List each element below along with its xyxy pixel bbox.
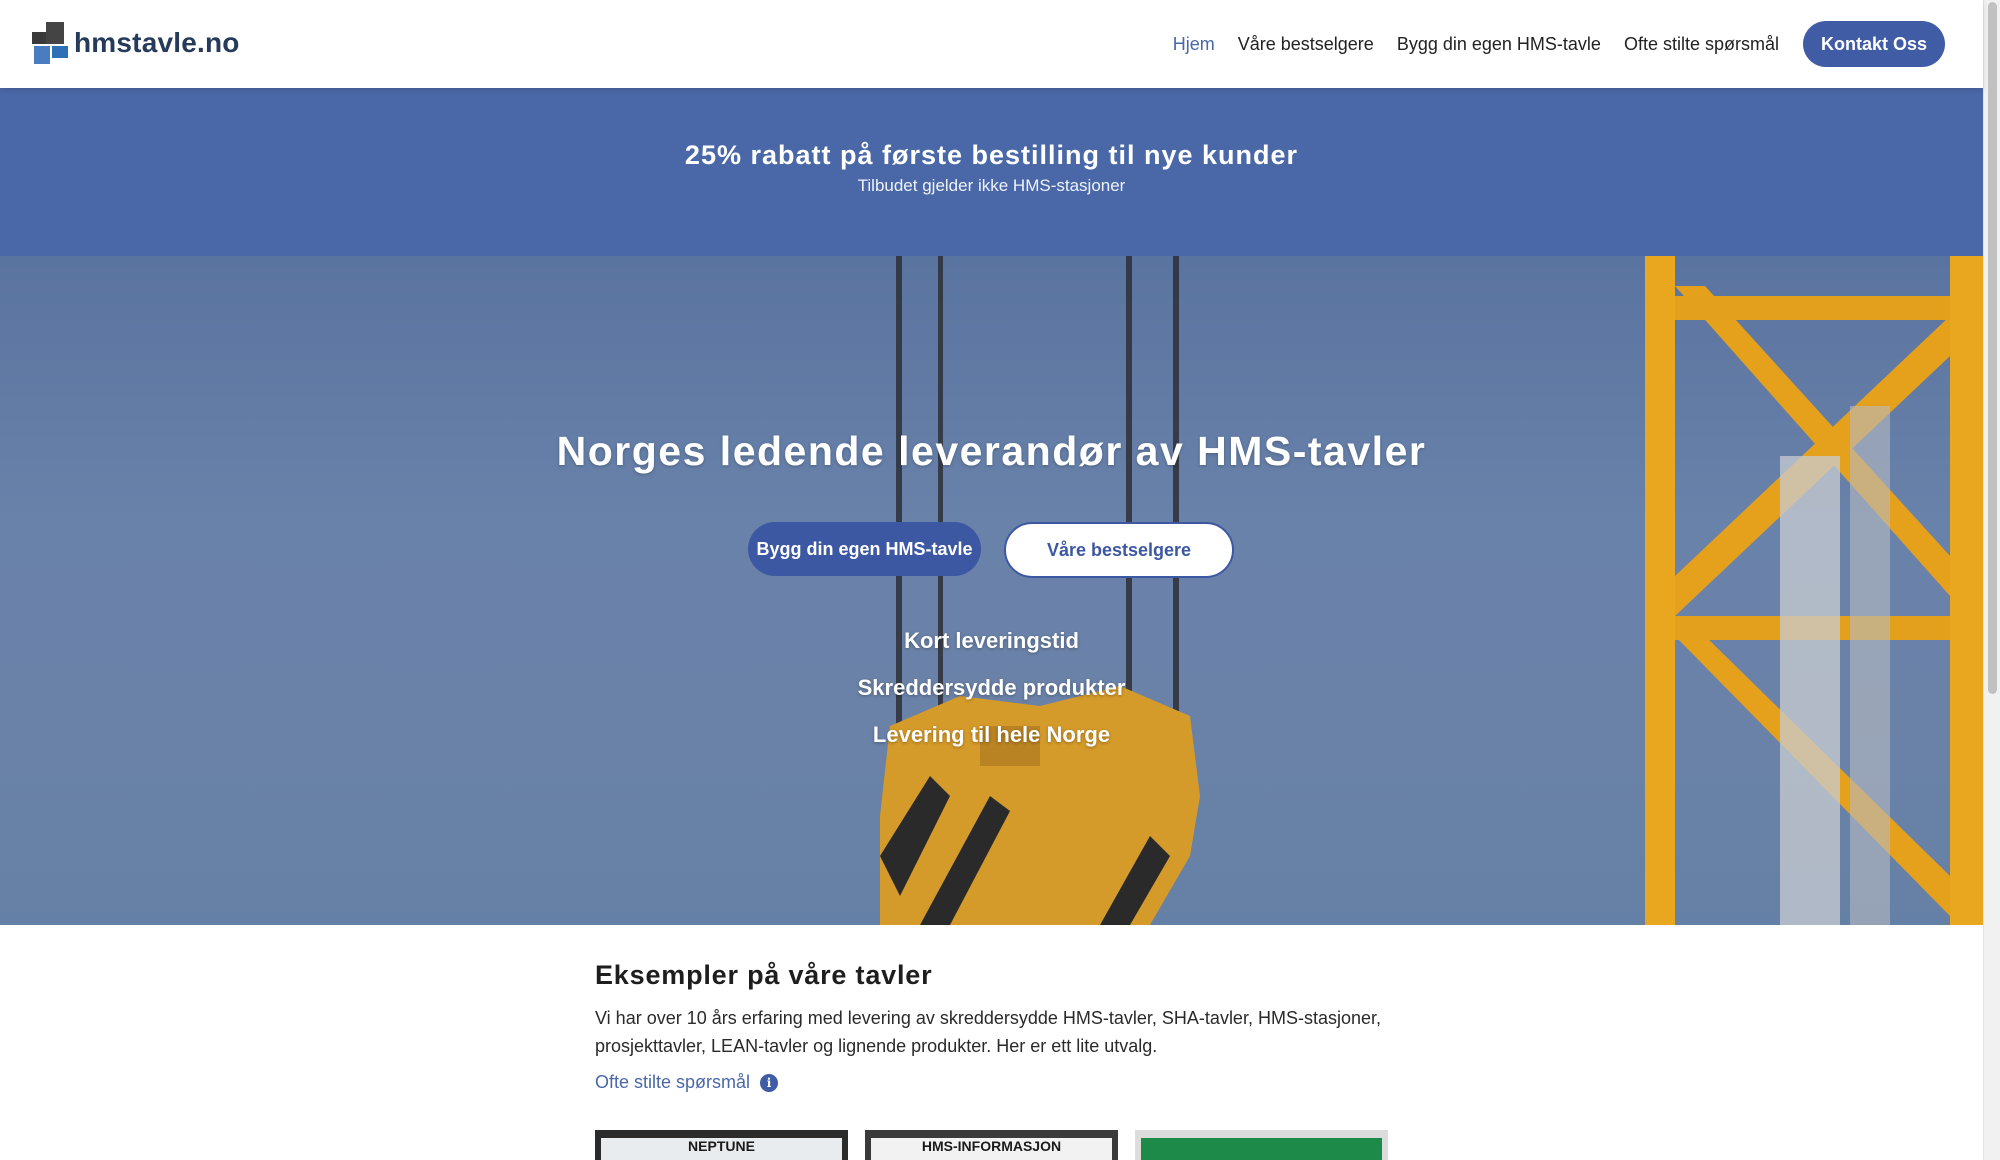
- promo-subtitle: Tilbudet gjelder ikke HMS-stasjoner: [857, 176, 1126, 195]
- main-nav: Hjem Våre bestselgere Bygg din egen HMS-…: [1173, 21, 1945, 67]
- hero-title: Norges ledende leverandør av HMS-tavler: [556, 428, 1427, 474]
- feature-delivery-time: Kort leveringstid: [904, 628, 1079, 653]
- contact-button[interactable]: Kontakt Oss: [1802, 21, 1945, 67]
- hero-section: Norges ledende leverandør av HMS-tavler …: [0, 256, 1983, 925]
- bestsellers-button[interactable]: Våre bestselgere: [1004, 522, 1234, 578]
- faq-link[interactable]: Ofte stilte spørsmål i: [595, 1072, 1395, 1093]
- example-thumbnail[interactable]: [1135, 1130, 1388, 1160]
- nav-link-faq[interactable]: Ofte stilte spørsmål: [1624, 34, 1779, 55]
- examples-description: Vi har over 10 års erfaring med levering…: [595, 1008, 1381, 1056]
- examples-title: Eksempler på våre tavler: [595, 960, 933, 990]
- hero-content: Norges ledende leverandør av HMS-tavler …: [0, 256, 1983, 925]
- feature-nationwide-delivery: Levering til hele Norge: [872, 722, 1111, 747]
- example-thumbnail[interactable]: NEPTUNE: [595, 1130, 848, 1160]
- scrollbar-thumb[interactable]: [1988, 2, 1997, 694]
- nav-link-hjem[interactable]: Hjem: [1173, 34, 1215, 55]
- promo-banner: 25% rabatt på første bestilling til nye …: [0, 88, 1983, 256]
- promo-title: 25% rabatt på første bestilling til nye …: [684, 140, 1299, 170]
- page-scrollbar[interactable]: [1983, 0, 2000, 1160]
- thumbnail-label: NEPTUNE: [688, 1138, 755, 1154]
- info-circle-icon: i: [760, 1073, 779, 1092]
- site-header: hmstavle.no Hjem Våre bestselgere Bygg d…: [0, 0, 1983, 88]
- example-thumbnail[interactable]: HMS-INFORMASJON: [865, 1130, 1118, 1160]
- examples-gallery: NEPTUNE HMS-INFORMASJON: [595, 1130, 1405, 1160]
- thumbnail-label: HMS-INFORMASJON: [921, 1138, 1062, 1154]
- nav-link-bestselgere[interactable]: Våre bestselgere: [1238, 34, 1374, 55]
- feature-custom-products: Skreddersydde produkter: [857, 675, 1126, 700]
- faq-link-label: Ofte stilte spørsmål: [595, 1072, 751, 1092]
- build-board-button[interactable]: Bygg din egen HMS-tavle: [748, 522, 981, 576]
- nav-link-bygg-tavle[interactable]: Bygg din egen HMS-tavle: [1397, 34, 1601, 55]
- site-logo[interactable]: hmstavle.no: [28, 20, 240, 66]
- logo-squares-icon: [28, 20, 70, 66]
- thumbnail-board: [1141, 1138, 1382, 1160]
- examples-section: Eksempler på våre tavler Vi har over 10 …: [595, 960, 1395, 1093]
- logo-text: hmstavle.no: [74, 27, 240, 58]
